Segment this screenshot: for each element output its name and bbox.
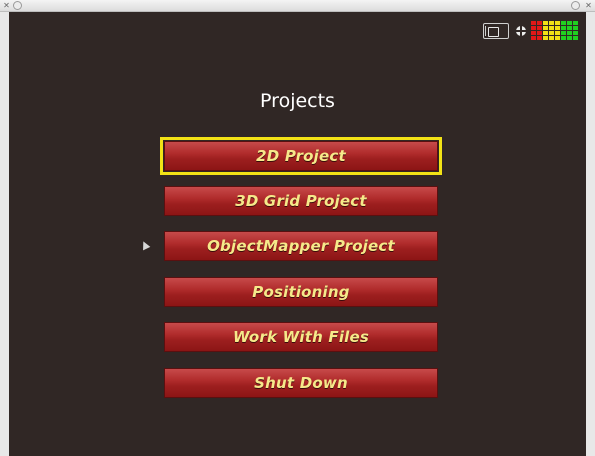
close-icon[interactable]: ✕ (2, 1, 11, 10)
globe-icon (516, 26, 526, 36)
circle-icon[interactable] (13, 1, 22, 10)
signal-meter-cell (531, 31, 536, 35)
signal-meter-cell (537, 21, 542, 25)
signal-meter-cell (573, 31, 578, 35)
signal-meter-cell (567, 26, 572, 30)
signal-meter-icon (531, 21, 579, 43)
menu-button-work-with-files[interactable]: Work With Files (164, 322, 438, 352)
signal-meter-cell (567, 21, 572, 25)
menu-button-positioning[interactable]: Positioning (164, 277, 438, 307)
signal-meter-cell (567, 36, 572, 40)
menu-button-objectmapper-project[interactable]: ObjectMapper Project (164, 231, 438, 261)
close-icon[interactable]: ✕ (584, 1, 593, 10)
menu-button-2d-project[interactable]: 2D Project (160, 137, 442, 175)
signal-meter-cell (573, 26, 578, 30)
scanner-icon (483, 23, 509, 39)
signal-meter-cell (543, 31, 548, 35)
signal-meter-cell (549, 21, 554, 25)
signal-meter-cell (531, 21, 536, 25)
mouse-cursor-icon (139, 239, 151, 251)
page-title: Projects (260, 90, 335, 112)
signal-meter-cell (555, 26, 560, 30)
signal-meter-cell (531, 36, 536, 40)
minimize-icon[interactable] (571, 1, 580, 10)
signal-meter-cell (549, 31, 554, 35)
signal-meter-cell (561, 21, 566, 25)
signal-meter-cell (555, 21, 560, 25)
window-titlebar: ✕ ✕ (0, 0, 595, 12)
signal-meter-cell (543, 36, 548, 40)
signal-meter-cell (561, 31, 566, 35)
signal-meter-cell (561, 26, 566, 30)
signal-meter-cell (573, 36, 578, 40)
menu-button-3d-grid-project[interactable]: 3D Grid Project (164, 186, 438, 216)
signal-meter-cell (543, 21, 548, 25)
signal-meter-cell (549, 26, 554, 30)
signal-meter-cell (555, 36, 560, 40)
signal-meter-cell (537, 31, 542, 35)
signal-meter-cell (567, 31, 572, 35)
signal-meter-cell (573, 21, 578, 25)
signal-meter-cell (531, 26, 536, 30)
signal-meter-cell (555, 31, 560, 35)
signal-meter-cell (561, 36, 566, 40)
signal-meter-cell (549, 36, 554, 40)
signal-meter-cell (537, 26, 542, 30)
signal-meter-cell (543, 26, 548, 30)
menu-button-shut-down[interactable]: Shut Down (164, 368, 438, 398)
signal-meter-cell (537, 36, 542, 40)
